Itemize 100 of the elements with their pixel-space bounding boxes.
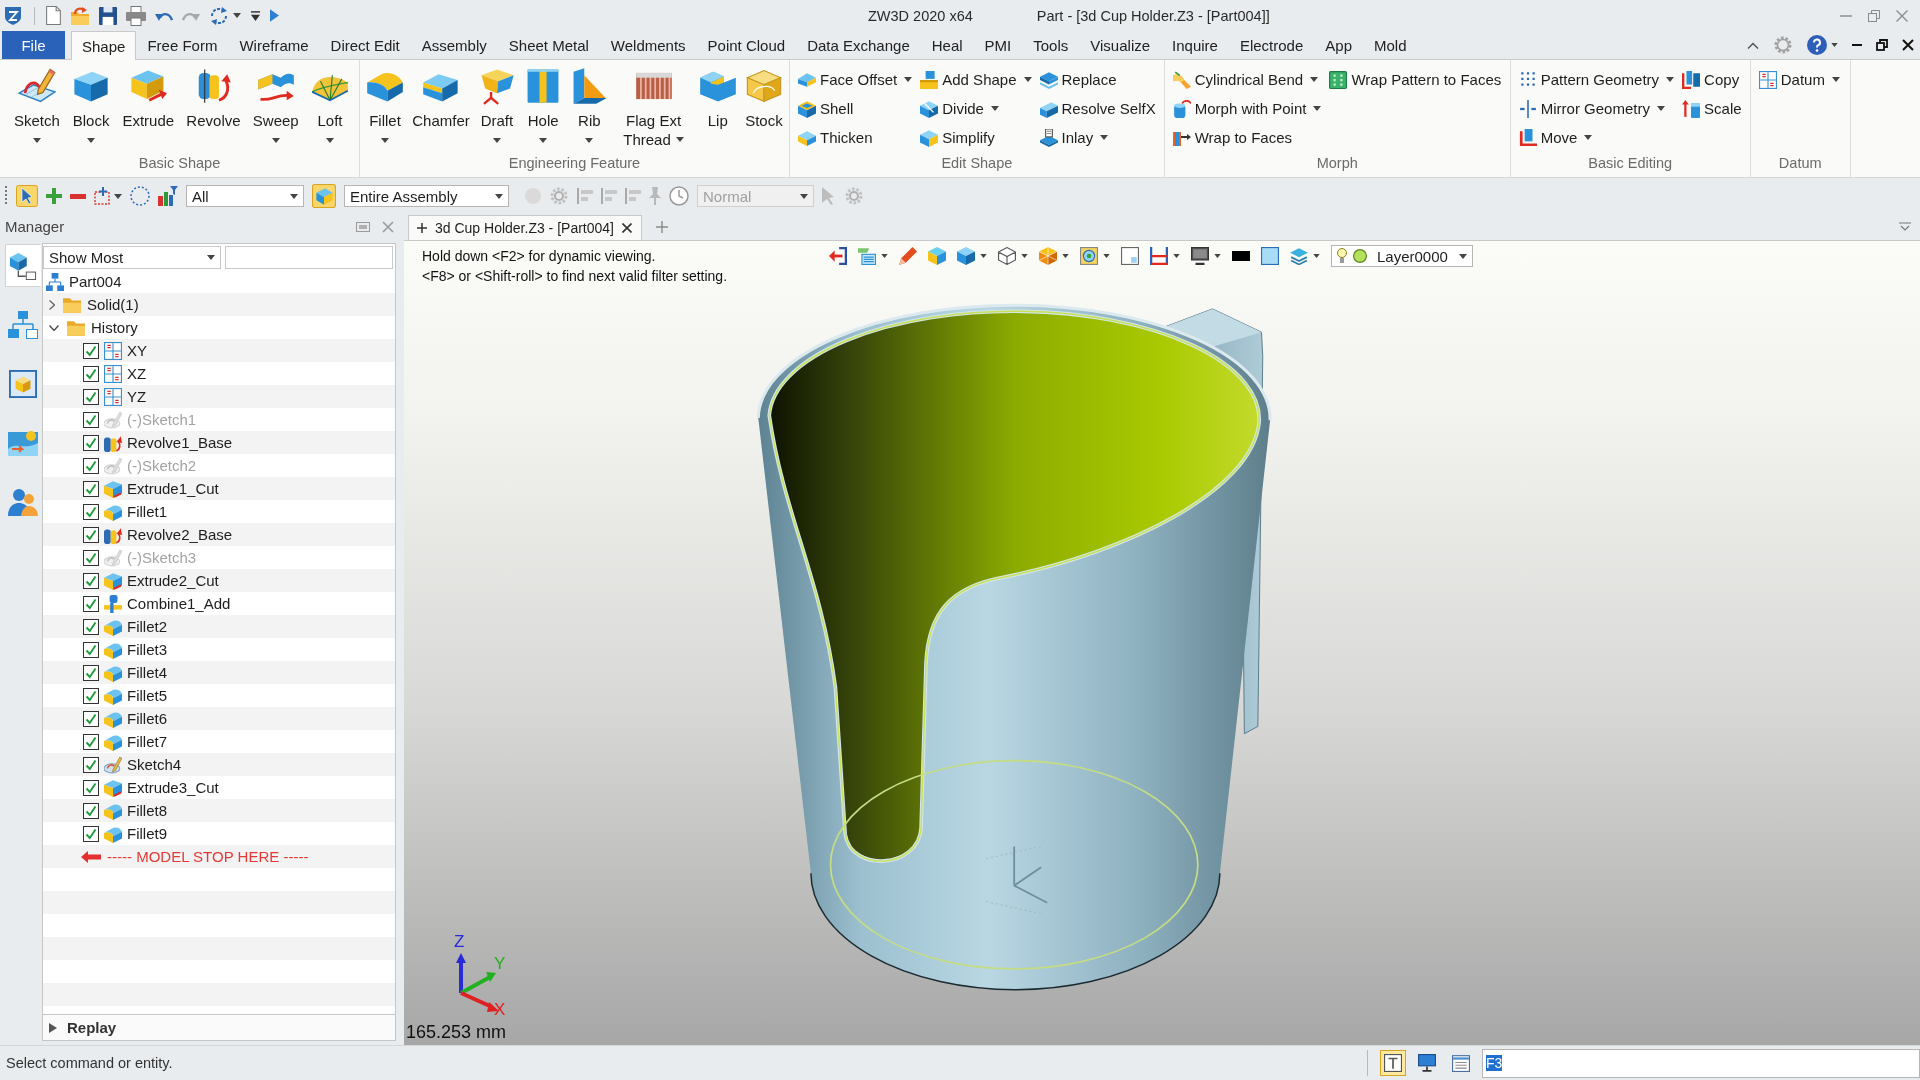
- ribbon-button[interactable]: Shell: [796, 94, 915, 123]
- ribbon-button[interactable]: Thicken: [796, 123, 915, 152]
- section-icon[interactable]: [1150, 247, 1168, 265]
- folder-arrow-icon[interactable]: [70, 5, 90, 26]
- tree-item[interactable]: Fillet5: [127, 687, 167, 704]
- ribbon-tab[interactable]: Free Form: [136, 31, 229, 59]
- ribbon-button[interactable]: Datum: [1756, 65, 1842, 94]
- checkbox[interactable]: [83, 687, 99, 704]
- layer-sheets-icon[interactable]: [858, 247, 876, 265]
- ribbon-button[interactable]: Morph with Point: [1170, 94, 1324, 123]
- tree-item[interactable]: Extrude3_Cut: [127, 779, 219, 796]
- pointer-icon[interactable]: [16, 185, 38, 207]
- clock-icon[interactable]: [669, 186, 689, 206]
- ribbon-button[interactable]: Wrap Pattern to Faces: [1327, 65, 1504, 94]
- exit-icon[interactable]: [829, 247, 847, 265]
- caret-icon[interactable]: [114, 193, 122, 199]
- ribbon-button[interactable]: Simplify: [918, 123, 1034, 152]
- scope-dropdown[interactable]: Entire Assembly: [344, 185, 509, 207]
- checkbox[interactable]: [83, 365, 99, 382]
- document-tab[interactable]: 3d Cup Holder.Z3 - [Part004]: [408, 215, 642, 240]
- square-swatch-icon[interactable]: [1261, 247, 1279, 265]
- ribbon-button[interactable]: Loft: [308, 65, 351, 153]
- file-menu-button[interactable]: File: [2, 31, 65, 59]
- restore-icon[interactable]: [1876, 39, 1888, 51]
- ribbon-tab[interactable]: Weldments: [599, 31, 697, 59]
- ribbon-button[interactable]: Copy: [1680, 65, 1744, 94]
- caret-icon[interactable]: [1103, 254, 1110, 258]
- caret-icon[interactable]: [1021, 254, 1028, 258]
- tree-item[interactable]: Part004: [69, 273, 122, 290]
- ribbon-button[interactable]: Sweep: [250, 65, 301, 153]
- ribbon-button[interactable]: Move: [1516, 123, 1677, 152]
- layer-stack-icon[interactable]: [1290, 247, 1308, 265]
- shield-logo-icon[interactable]: [3, 5, 23, 26]
- checkbox[interactable]: [83, 779, 99, 796]
- caret-icon[interactable]: [1313, 254, 1320, 258]
- checkbox[interactable]: [83, 618, 99, 635]
- caret-icon[interactable]: [1831, 43, 1838, 47]
- target-icon[interactable]: [1080, 247, 1098, 265]
- ribbon-button[interactable]: Inlay: [1037, 123, 1158, 152]
- tree-item[interactable]: XZ: [127, 365, 147, 382]
- tree-item[interactable]: YZ: [127, 388, 147, 405]
- checkbox[interactable]: [83, 595, 99, 612]
- ribbon-tab[interactable]: Point Cloud: [696, 31, 797, 59]
- pencil-icon[interactable]: [899, 247, 917, 265]
- caret-icon[interactable]: [980, 254, 987, 258]
- ribbon-tab[interactable]: Inquire: [1161, 31, 1229, 59]
- ribbon-tab[interactable]: Tools: [1022, 31, 1080, 59]
- ribbon-button[interactable]: Resolve SelfX: [1037, 94, 1158, 123]
- close-icon[interactable]: [622, 223, 632, 233]
- chevron-up-icon[interactable]: [1747, 41, 1759, 49]
- document-icon[interactable]: [46, 6, 61, 25]
- ribbon-button[interactable]: Replace: [1037, 65, 1158, 94]
- search-field[interactable]: [225, 245, 393, 269]
- ribbon-button[interactable]: Chamfer: [410, 65, 472, 153]
- checkbox[interactable]: [83, 503, 99, 520]
- tree-item[interactable]: Extrude2_Cut: [127, 572, 219, 589]
- tree-item[interactable]: Fillet4: [127, 664, 167, 681]
- checkbox[interactable]: [83, 457, 99, 474]
- checkbox[interactable]: [83, 641, 99, 658]
- checkbox[interactable]: [83, 710, 99, 727]
- ribbon-tab[interactable]: Sheet Metal: [497, 31, 600, 59]
- checkbox[interactable]: [83, 549, 99, 566]
- checkbox[interactable]: [83, 342, 99, 359]
- tree-item[interactable]: History: [91, 319, 138, 336]
- ribbon-tab[interactable]: Shape: [71, 31, 137, 60]
- tree-item[interactable]: Revolve2_Base: [127, 526, 233, 543]
- ribbon-button[interactable]: Divide: [918, 94, 1034, 123]
- tree-item[interactable]: Fillet2: [127, 618, 167, 635]
- ribbon-button[interactable]: Stock: [742, 65, 785, 153]
- minus-icon[interactable]: [70, 193, 86, 199]
- ribbon-tab[interactable]: Wireframe: [228, 31, 320, 59]
- ribbon-button[interactable]: Add Shape: [918, 65, 1034, 94]
- chevron-right-icon[interactable]: [49, 299, 55, 310]
- tree-item[interactable]: Revolve1_Base: [127, 434, 233, 451]
- chevron-down-icon[interactable]: [49, 324, 59, 331]
- checkbox[interactable]: [83, 664, 99, 681]
- ribbon-tab[interactable]: PMI: [973, 31, 1023, 59]
- cube-icon[interactable]: [957, 247, 975, 265]
- checkbox[interactable]: [83, 733, 99, 750]
- selection-box-icon[interactable]: [94, 187, 112, 205]
- ribbon-button[interactable]: Lip: [696, 65, 739, 153]
- checkbox[interactable]: [83, 388, 99, 405]
- ribbon-button[interactable]: Scale: [1680, 94, 1744, 123]
- tree-item[interactable]: Fillet7: [127, 733, 167, 750]
- layer-dropdown[interactable]: Layer0000: [1331, 245, 1473, 267]
- ribbon-button[interactable]: Draft: [475, 65, 518, 153]
- tree-item[interactable]: Combine1_Add: [127, 595, 231, 612]
- plus-icon[interactable]: [46, 188, 62, 204]
- monitor-icon[interactable]: [1191, 247, 1209, 265]
- ribbon-tab[interactable]: Electrode: [1228, 31, 1315, 59]
- filter-dropdown[interactable]: All: [186, 185, 304, 207]
- tree-item[interactable]: Extrude1_Cut: [127, 480, 219, 497]
- checkbox[interactable]: [83, 526, 99, 543]
- ribbon-tab[interactable]: Visualize: [1079, 31, 1162, 59]
- ribbon-button[interactable]: Pattern Geometry: [1516, 65, 1677, 94]
- checkbox[interactable]: [83, 434, 99, 451]
- printer-icon[interactable]: [126, 5, 146, 26]
- ribbon-button[interactable]: Revolve: [184, 65, 243, 153]
- ribbon-tab[interactable]: Assembly: [410, 31, 498, 59]
- tree-item[interactable]: Fillet6: [127, 710, 167, 727]
